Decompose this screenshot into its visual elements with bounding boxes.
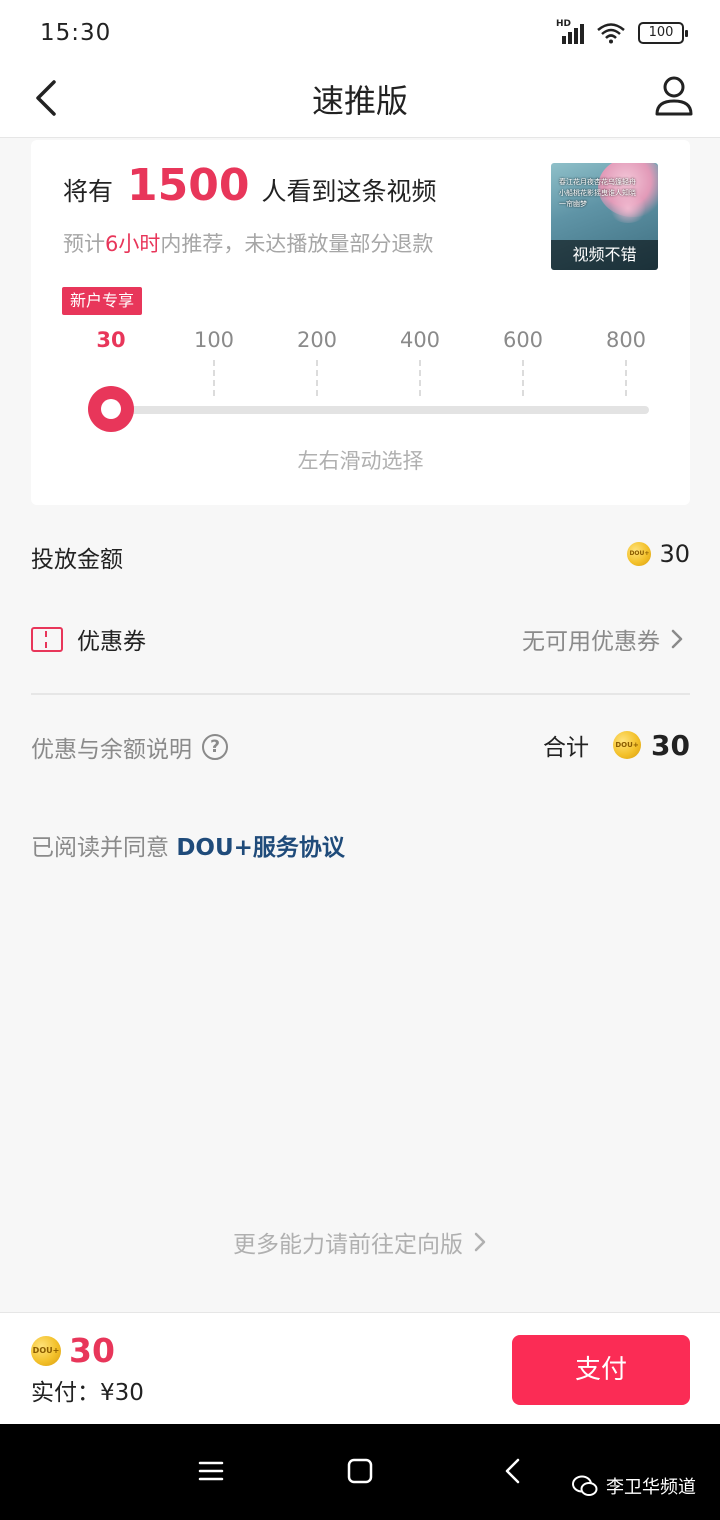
agreement-prefix: 已阅读并同意 — [31, 835, 169, 861]
slider-option[interactable]: 600 — [483, 328, 563, 396]
amount-value: 30 — [659, 540, 690, 568]
system-nav-bar: 李卫华频道 — [0, 1424, 720, 1520]
slider-option[interactable]: 100 — [174, 328, 254, 396]
amount-row: 投放金额 DOU+ 30 — [31, 540, 690, 574]
slider-option[interactable]: 30 — [71, 328, 151, 352]
reach-headline: 将有 1500 人看到这条视频 — [63, 160, 437, 211]
targeted-version-link[interactable]: 更多能力请前往定向版 — [0, 1225, 720, 1259]
divider — [31, 693, 690, 695]
slider-option[interactable]: 800 — [586, 328, 666, 396]
signal-icon: HD — [556, 19, 584, 44]
chevron-right-icon — [474, 1232, 486, 1252]
new-user-tag: 新户专享 — [62, 287, 143, 315]
amount-label: 投放金额 — [31, 547, 123, 573]
total-value: 30 — [651, 728, 690, 762]
coupon-value-group: 无可用优惠券 — [522, 622, 684, 656]
slider-option-label: 600 — [502, 328, 544, 352]
wifi-icon — [597, 23, 625, 44]
dou-coin-icon: DOU+ — [31, 1335, 61, 1366]
back-icon[interactable] — [500, 1458, 526, 1484]
thumbnail-poem: 春江花月夜杏花乌篷轻舟小船桃花影摇曳谁人知晓一帘幽梦 — [559, 178, 636, 208]
total-label: 合计 — [543, 735, 590, 761]
nav-bar: 速推版 — [0, 66, 720, 138]
summary-row: 优惠与余额说明 ? 合计 DOU+ 30 — [31, 728, 690, 768]
price-value: 30 — [69, 1331, 115, 1370]
home-icon[interactable] — [347, 1458, 373, 1484]
headline-prefix: 将有 — [63, 177, 114, 206]
dou-coin-icon: DOU+ — [627, 542, 652, 566]
discount-explanation[interactable]: 优惠与余额说明 ? — [31, 730, 228, 764]
slider-option-label: 100 — [193, 328, 235, 352]
reach-number: 1500 — [127, 160, 250, 211]
price-group: DOU+ 30 — [31, 1331, 115, 1370]
wechat-icon — [572, 1475, 598, 1496]
coupon-value: 无可用优惠券 — [522, 629, 660, 655]
network-label: HD — [556, 19, 572, 29]
coupon-icon — [31, 627, 63, 652]
total-group: 合计 DOU+ 30 — [543, 728, 690, 762]
slider-knob[interactable] — [88, 386, 134, 432]
service-agreement-link[interactable]: DOU+服务协议 — [176, 835, 345, 861]
agreement-text: 已阅读并同意 DOU+服务协议 — [31, 828, 345, 862]
help-icon[interactable]: ? — [202, 734, 228, 760]
battery-icon: 100 — [638, 22, 688, 44]
checkout-bar: DOU+ 30 实付：¥30 支付 — [0, 1312, 720, 1424]
slider-option[interactable]: 200 — [277, 328, 357, 396]
slider-hint: 左右滑动选择 — [297, 449, 424, 473]
chevron-right-icon — [671, 629, 683, 649]
thumbnail-caption: 视频不错 — [551, 240, 658, 270]
slider-option-label: 400 — [399, 328, 441, 352]
status-time: 15:30 — [40, 20, 112, 46]
status-icons: HD 100 — [556, 19, 688, 44]
slider-option[interactable]: 400 — [380, 328, 460, 396]
video-thumbnail[interactable]: 春江花月夜杏花乌篷轻舟小船桃花影摇曳谁人知晓一帘幽梦 视频不错 — [551, 163, 658, 270]
slider-option-label: 200 — [296, 328, 338, 352]
slider-option-label: 800 — [605, 328, 647, 352]
headline-suffix: 人看到这条视频 — [261, 177, 437, 206]
status-bar: 15:30 HD 100 — [0, 0, 720, 66]
discount-explanation-label: 优惠与余额说明 — [31, 737, 192, 763]
dou-coin-icon: DOU+ — [613, 731, 642, 759]
watermark-text: 李卫华频道 — [606, 1477, 696, 1498]
slider-track[interactable] — [111, 406, 649, 414]
estimate-suffix: 内推荐，未达播放量部分退款 — [160, 232, 434, 256]
page-title: 速推版 — [311, 82, 408, 120]
coupon-label: 优惠券 — [77, 629, 146, 655]
user-icon[interactable] — [654, 74, 694, 118]
estimate-duration: 6小时 — [105, 232, 161, 256]
estimate-prefix: 预计 — [63, 232, 105, 256]
estimate-text: 预计6小时内推荐，未达播放量部分退款 — [63, 228, 433, 258]
actual-paid: 实付：¥30 — [31, 1380, 144, 1406]
amount-value-group: DOU+ 30 — [627, 540, 690, 568]
slider-option-label: 30 — [96, 328, 126, 352]
promotion-card: 将有 1500 人看到这条视频 预计6小时内推荐，未达播放量部分退款 春江花月夜… — [31, 140, 690, 505]
targeted-version-label: 更多能力请前往定向版 — [233, 1232, 463, 1258]
menu-icon[interactable] — [198, 1458, 224, 1484]
pay-button[interactable]: 支付 — [512, 1335, 690, 1405]
coupon-row[interactable]: 优惠券 无可用优惠券 — [31, 622, 690, 658]
watermark: 李卫华频道 — [572, 1473, 696, 1499]
